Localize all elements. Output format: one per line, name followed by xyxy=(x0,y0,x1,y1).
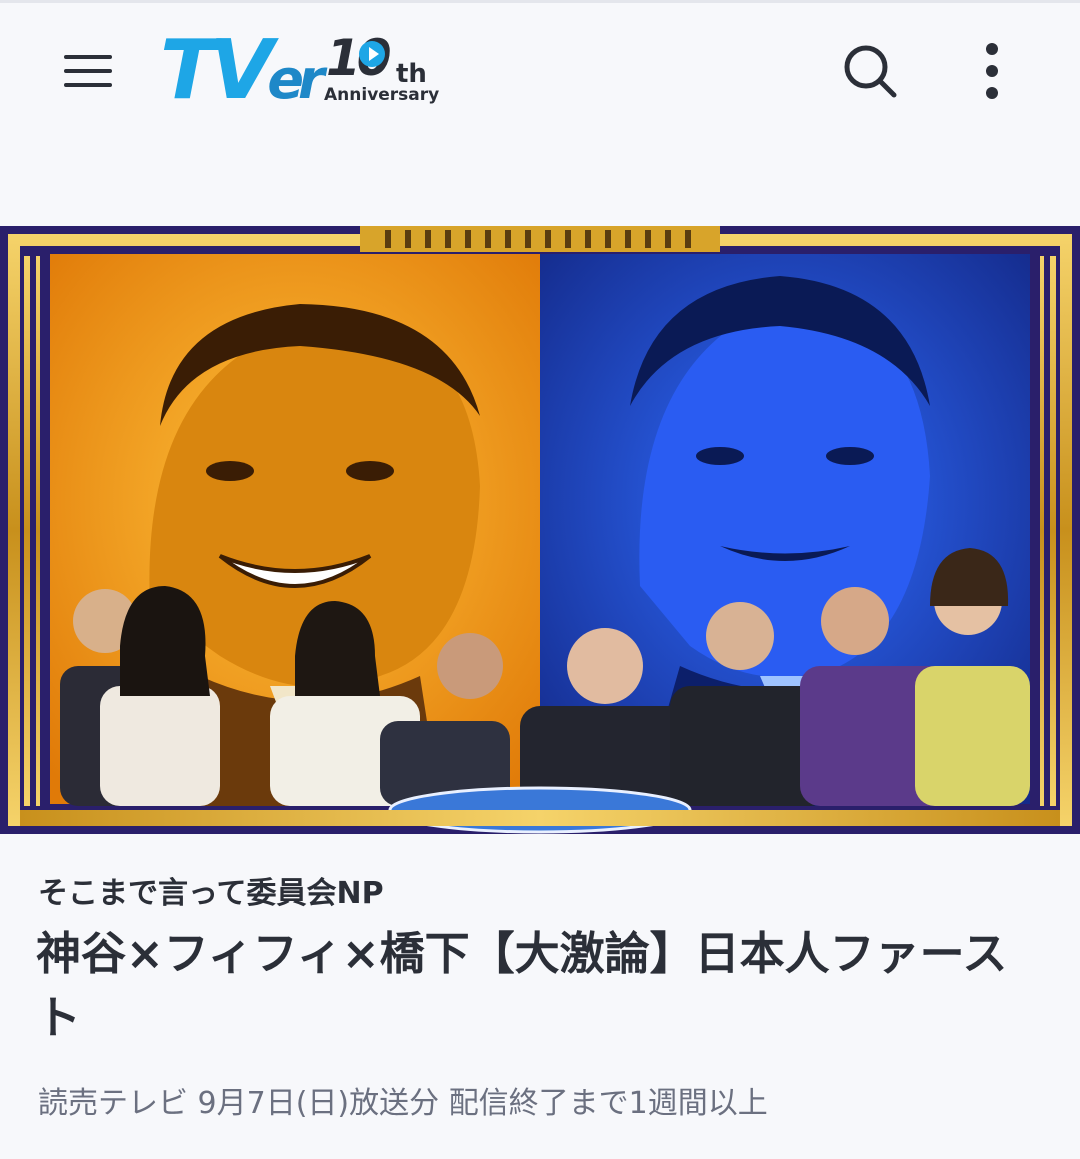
episode-title: 神谷×フィフィ×橋下【大激論】日本人ファースト xyxy=(36,927,1008,1044)
hamburger-menu-icon-bar xyxy=(64,69,112,73)
series-title[interactable]: そこまで言って委員会NP xyxy=(38,868,384,912)
search-icon xyxy=(844,45,897,98)
episode-meta: 読売テレビ 9月7日(日)放送分 配信終了まで1週間以上 xyxy=(38,1078,768,1122)
app-header: TVer 10 th Anniversary xyxy=(0,3,1080,143)
play-icon xyxy=(359,41,385,67)
more-options-button[interactable] xyxy=(968,39,1016,103)
more-vertical-icon-dot xyxy=(986,65,998,77)
logo-anniversary-label: Anniversary xyxy=(324,85,440,105)
episode-thumbnail[interactable] xyxy=(0,226,1080,834)
menu-button[interactable] xyxy=(56,41,120,101)
tver-logo[interactable]: TVer 10 th Anniversary xyxy=(160,23,450,123)
availability: 配信終了まで1週間以上 xyxy=(448,1086,768,1121)
hamburger-menu-icon xyxy=(64,55,112,59)
broadcaster: 読売テレビ xyxy=(38,1086,188,1121)
more-vertical-icon-dot xyxy=(986,87,998,99)
more-vertical-icon xyxy=(986,43,998,55)
hamburger-menu-icon-bar xyxy=(64,83,112,87)
thumbnail-image xyxy=(0,226,1080,834)
logo-wordmark: TVer xyxy=(160,23,325,118)
air-date: 9月7日(日)放送分 xyxy=(197,1086,440,1121)
search-button[interactable] xyxy=(838,39,902,103)
